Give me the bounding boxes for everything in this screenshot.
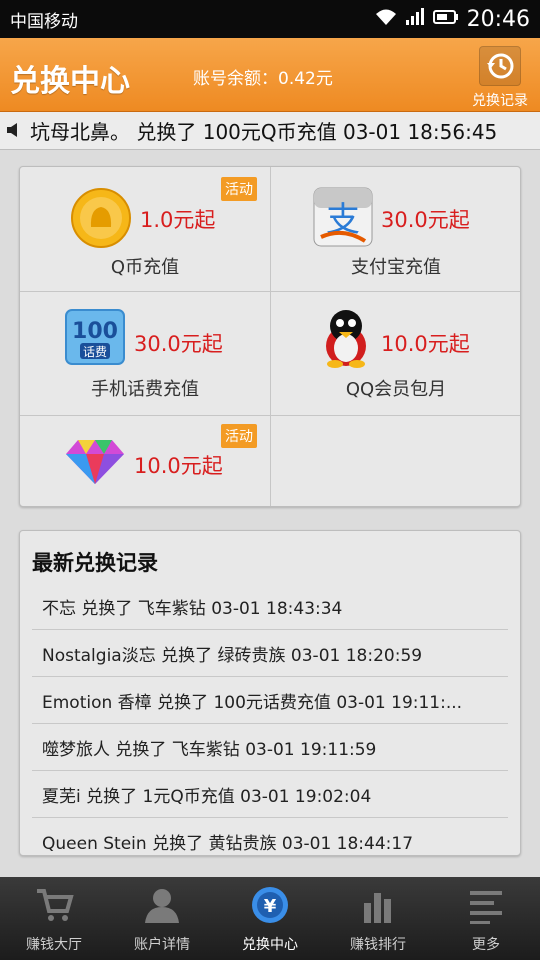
history-icon: [479, 46, 521, 86]
status-bar: 中国移动 20:46: [0, 0, 540, 38]
svg-text:¥: ¥: [264, 896, 277, 917]
history-label: 兑换记录: [472, 93, 528, 109]
product-price: 30.0元起: [134, 332, 223, 356]
product-label: Q币充值: [110, 257, 180, 278]
record-row: 不忘 兑换了 飞车紫钻 03-01 18:43:34: [32, 583, 508, 630]
product-label: 支付宝充值: [351, 257, 441, 278]
product-price: 30.0元起: [381, 208, 470, 232]
speaker-icon: [6, 119, 20, 143]
nav-label: 更多: [472, 937, 500, 953]
product-qcoin[interactable]: 活动 1.0元起 Q币充值: [20, 167, 270, 291]
record-row: Queen Stein 兑换了 黄钻贵族 03-01 18:44:17: [42, 834, 414, 854]
phone-credit-amount: 100: [72, 319, 118, 344]
nav-label: 赚钱大厅: [26, 937, 82, 953]
promo-badge: 活动: [221, 424, 257, 448]
product-alipay[interactable]: 支 30.0元起 支付宝充值: [271, 167, 520, 291]
bottom-nav: 赚钱大厅 账户详情 ¥ 兑换中心 赚钱排行 更多: [0, 877, 540, 960]
menu-icon: [466, 885, 506, 925]
nav-label: 兑换中心: [242, 937, 298, 953]
latest-records-panel: 最新兑换记录 不忘 兑换了 飞车紫钻 03-01 18:43:34 Nostal…: [19, 530, 521, 856]
nav-more[interactable]: 更多: [432, 877, 540, 960]
yen-icon: ¥: [250, 885, 290, 925]
product-price: 10.0元起: [381, 332, 470, 356]
clock: 20:46: [466, 6, 530, 32]
nav-label: 赚钱排行: [350, 937, 406, 953]
user-icon: [142, 885, 182, 925]
app-header: 兑换中心 账号余额：0.42元 兑换记录: [0, 38, 540, 112]
records-title: 最新兑换记录: [32, 551, 158, 575]
carrier-label: 中国移动: [10, 11, 78, 32]
ticker-text: 坑母北鼻。 兑换了 100元Q币充值 03-01 18:56:45: [30, 120, 498, 144]
record-row: 噬梦旅人 兑换了 飞车紫钻 03-01 19:11:59: [32, 724, 508, 771]
signal-icon: [405, 7, 425, 31]
product-phone-credit[interactable]: 100 话费 30.0元起 手机话费充值: [20, 292, 270, 416]
battery-icon: [432, 9, 459, 30]
nav-exchange-center[interactable]: ¥ 兑换中心: [216, 877, 324, 960]
nav-label: 账户详情: [134, 937, 190, 953]
account-balance: 账号余额：0.42元: [193, 69, 333, 89]
diamond-icon: [64, 438, 126, 490]
cart-icon: [34, 885, 74, 925]
wifi-icon: [375, 8, 397, 31]
phone-credit-text: 话费: [83, 345, 107, 359]
exchange-ticker: 坑母北鼻。 兑换了 100元Q币充值 03-01 18:56:45: [0, 112, 540, 150]
record-row: Emotion 香樟 兑换了 100元话费充值 03-01 19:11:...: [32, 677, 508, 724]
product-price: 10.0元起: [134, 454, 223, 478]
nav-ranking[interactable]: 赚钱排行: [324, 877, 432, 960]
alipay-icon: 支: [313, 187, 373, 251]
product-label: 手机话费充值: [91, 379, 199, 400]
nav-account[interactable]: 账户详情: [108, 877, 216, 960]
page-title: 兑换中心: [10, 64, 130, 99]
qcoin-icon: [70, 187, 132, 253]
ranking-icon: [358, 885, 398, 925]
nav-earn-hall[interactable]: 赚钱大厅: [0, 877, 108, 960]
phone-credit-icon: 100 话费: [64, 308, 126, 370]
product-label: QQ会员包月: [345, 379, 447, 400]
product-diamond[interactable]: 活动 10.0元起: [20, 416, 270, 506]
record-row: Nostalgia淡忘 兑换了 绿砖贵族 03-01 18:20:59: [32, 630, 508, 677]
promo-badge: 活动: [221, 177, 257, 201]
qq-penguin-icon: [321, 308, 371, 372]
product-price: 1.0元起: [140, 208, 216, 232]
status-right: 20:46: [375, 7, 530, 32]
record-row: 夏芜i 兑换了 1元Q币充值 03-01 19:02:04: [32, 771, 508, 818]
product-qq-vip[interactable]: 10.0元起 QQ会员包月: [271, 292, 520, 416]
exchange-history-button[interactable]: 兑换记录: [468, 46, 532, 109]
product-grid: 活动 1.0元起 Q币充值 支 30.0元起 支付宝充值 100 话费 30.0…: [19, 166, 521, 507]
